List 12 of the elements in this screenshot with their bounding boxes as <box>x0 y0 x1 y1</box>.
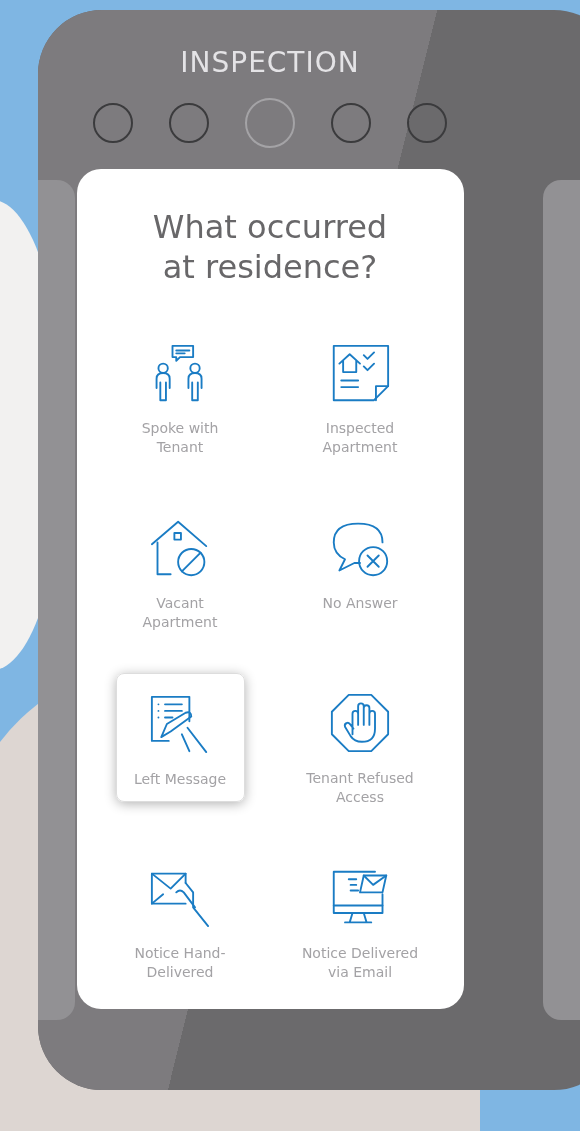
option-tile[interactable]: Left Message <box>115 673 245 802</box>
question-heading: What occurred at residence? <box>152 207 388 287</box>
stop-hand-icon <box>330 693 390 753</box>
option-label: Left Message <box>132 770 228 789</box>
writing-on-paper-icon <box>150 694 210 754</box>
option-label: Vacant Apartment <box>141 594 219 632</box>
checklist-document-icon <box>330 343 390 403</box>
house-prohibited-icon <box>150 518 210 578</box>
screen-title: INSPECTION <box>180 46 360 79</box>
option-tile[interactable]: No Answer <box>295 498 425 627</box>
option-label: Inspected Apartment <box>321 419 399 457</box>
option-label: No Answer <box>321 594 399 613</box>
